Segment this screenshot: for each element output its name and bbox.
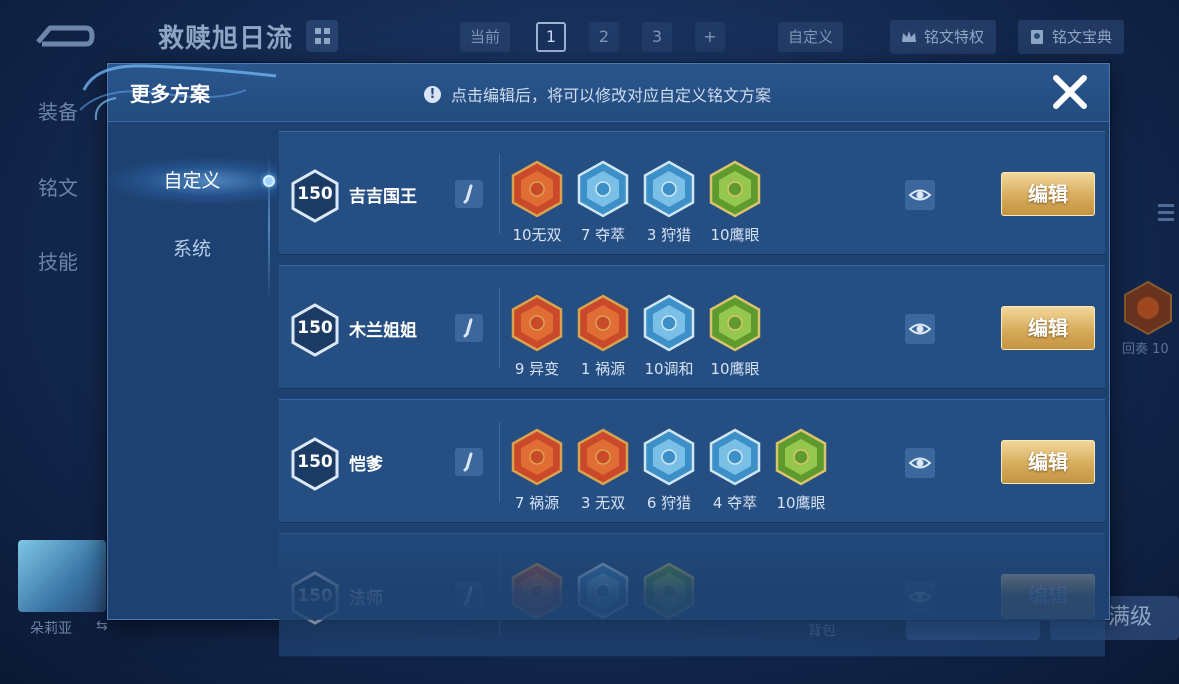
notice-text: ! 点击编辑后，将可以修改对应自定义铭文方案 (424, 82, 771, 106)
side-menu-equipment[interactable]: 装备 (38, 96, 78, 125)
rune-label: 10无双 (512, 226, 562, 244)
scheme-row: 150 恺爹 7 祸源 3 无双 6 狩猎 4 夺萃 10鹰眼 编辑 (279, 399, 1105, 523)
row-divider (499, 288, 500, 368)
rune-codex-button[interactable]: 铭文宝典 (1018, 20, 1125, 54)
rune-label: 10鹰眼 (710, 360, 760, 378)
hero-avatar[interactable] (18, 540, 106, 612)
eye-icon (908, 189, 932, 201)
edit-button[interactable]: 编辑 (1001, 574, 1095, 618)
rune-privilege-button[interactable]: 铭文特权 (890, 20, 997, 54)
rune-red-icon[interactable] (510, 562, 564, 620)
info-icon: ! (424, 85, 441, 103)
close-icon[interactable] (1050, 72, 1090, 112)
edit-button[interactable]: 编辑 (1001, 440, 1095, 484)
scheme-level: 150 (297, 452, 333, 472)
back-arrow-icon[interactable] (30, 18, 96, 54)
side-menu-runes[interactable]: 铭文 (38, 172, 78, 201)
rune-green-icon[interactable] (708, 160, 762, 218)
rune-label: 10鹰眼 (776, 494, 826, 512)
scheme-row: 150 吉吉国王 10无双 7 夺萃 3 狩猎 10鹰眼 编辑 (279, 131, 1105, 255)
rune-red-icon[interactable] (576, 294, 630, 352)
rune-red-icon[interactable] (576, 428, 630, 486)
rune-label: 3 无双 (580, 494, 626, 512)
scheme-tabs: 自定义 系统 (107, 122, 277, 619)
menu-icon[interactable] (1156, 200, 1176, 226)
scheme-row: 150 法师 编辑 (279, 533, 1105, 657)
rune-blue-icon[interactable] (642, 294, 696, 352)
grid-icon[interactable] (306, 20, 338, 52)
edit-button[interactable]: 编辑 (1001, 306, 1095, 350)
pen-icon (463, 184, 473, 204)
scheme-name: 法师 (349, 589, 383, 609)
rune-label: 1 祸源 (580, 360, 626, 378)
edit-button[interactable]: 编辑 (1001, 172, 1095, 216)
pen-icon (463, 318, 473, 338)
crown-icon (902, 31, 916, 42)
preview-button[interactable] (905, 582, 935, 612)
page-tab-2[interactable]: 2 (589, 22, 619, 52)
eye-icon (908, 323, 932, 335)
right-rune-label: 回奏 10 (1122, 342, 1169, 357)
preview-button[interactable] (905, 448, 935, 478)
rune-label: 10鹰眼 (710, 226, 760, 244)
rune-label: 7 夺萃 (580, 226, 626, 244)
page-tab-1[interactable]: 1 (536, 22, 566, 52)
rune-blue-icon[interactable] (576, 160, 630, 218)
row-divider (499, 422, 500, 502)
scheme-level: 150 (297, 318, 333, 338)
row-divider (499, 556, 500, 636)
rune-blue-icon[interactable] (708, 428, 762, 486)
rune-label: 4 夺萃 (712, 494, 758, 512)
rune-label: 6 狩猎 (646, 494, 692, 512)
rune-label: 10调和 (644, 360, 694, 378)
add-page-button[interactable]: + (695, 22, 725, 52)
rune-codex-label: 铭文宝典 (1052, 28, 1113, 46)
scheme-name: 吉吉国王 (349, 187, 417, 207)
rune-green-icon[interactable] (708, 294, 762, 352)
rune-label: 7 祸源 (514, 494, 560, 512)
custom-label[interactable]: 自定义 (778, 22, 844, 52)
rune-blue-icon[interactable] (642, 428, 696, 486)
rune-red-icon[interactable] (510, 160, 564, 218)
rename-button[interactable] (455, 582, 483, 610)
scheme-name: 木兰姐姐 (349, 321, 417, 341)
row-divider (499, 154, 500, 234)
current-label: 当前 (460, 22, 511, 52)
scheme-name: 恺爹 (349, 455, 383, 475)
rename-button[interactable] (455, 448, 483, 476)
rune-red-icon[interactable] (510, 294, 564, 352)
preview-button[interactable] (905, 314, 935, 344)
tab-system[interactable]: 系统 (107, 234, 277, 261)
rune-green-icon[interactable] (642, 562, 696, 620)
book-icon (1031, 30, 1043, 44)
notice-message: 点击编辑后，将可以修改对应自定义铭文方案 (451, 86, 772, 105)
rune-label: 9 异变 (514, 360, 560, 378)
hero-name: 朵莉亚 (30, 621, 72, 637)
scheme-row: 150 木兰姐姐 9 异变 1 祸源 10调和 10鹰眼 编辑 (279, 265, 1105, 389)
preview-button[interactable] (905, 180, 935, 210)
rune-blue-icon[interactable] (576, 562, 630, 620)
pen-icon (463, 452, 473, 472)
side-menu-skills[interactable]: 技能 (38, 246, 78, 275)
rune-red-icon[interactable] (510, 428, 564, 486)
rune-label: 3 狩猎 (646, 226, 692, 244)
rename-button[interactable] (455, 314, 483, 342)
rune-icon (1124, 280, 1172, 336)
tab-custom[interactable]: 自定义 (107, 158, 277, 204)
rune-blue-icon[interactable] (642, 160, 696, 218)
rename-button[interactable] (455, 180, 483, 208)
rune-green-icon[interactable] (774, 428, 828, 486)
scheme-level: 150 (297, 184, 333, 204)
scheme-level: 150 (297, 586, 333, 606)
swap-icon[interactable]: ⇆ (96, 618, 108, 634)
page-tab-3[interactable]: 3 (642, 22, 672, 52)
tab-active-indicator (263, 175, 275, 187)
eye-icon (908, 591, 932, 603)
rune-privilege-label: 铭文特权 (924, 28, 985, 46)
pen-icon (463, 586, 473, 606)
eye-icon (908, 457, 932, 469)
dialog-title: 更多方案 (130, 82, 210, 106)
